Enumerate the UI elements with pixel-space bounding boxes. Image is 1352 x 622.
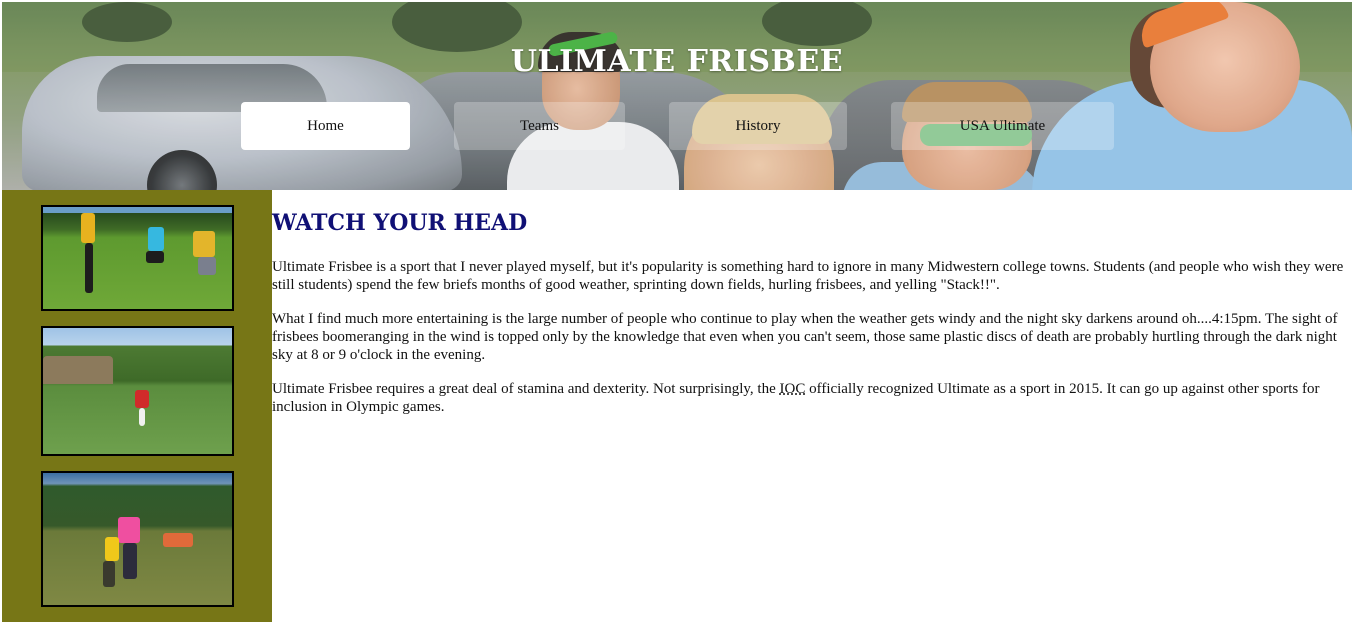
article-heading: WATCH YOUR HEAD bbox=[272, 210, 528, 236]
photo-player bbox=[135, 390, 149, 408]
photo-player bbox=[85, 243, 93, 293]
header-banner: ULIMATE FRISBEE Home Teams History USA U… bbox=[2, 2, 1352, 190]
nav-home-button[interactable]: Home bbox=[241, 102, 410, 150]
photo-player bbox=[198, 257, 216, 275]
sidebar bbox=[2, 190, 272, 622]
photo-players-distant bbox=[163, 533, 193, 547]
photo-player bbox=[103, 561, 115, 587]
article-paragraph: Ultimate Frisbee is a sport that I never… bbox=[272, 259, 1344, 293]
article-paragraph: What I find much more entertaining is th… bbox=[272, 311, 1338, 363]
nav-history-button[interactable]: History bbox=[669, 102, 847, 150]
nav-teams-button[interactable]: Teams bbox=[454, 102, 625, 150]
photo-player bbox=[81, 213, 95, 243]
paragraph-text: Ultimate Frisbee requires a great deal o… bbox=[272, 381, 780, 397]
photo-player bbox=[123, 543, 137, 579]
article-paragraph: Ultimate Frisbee requires a great deal o… bbox=[272, 380, 1348, 416]
frisbee-photo-2 bbox=[41, 326, 234, 456]
photo-player bbox=[193, 231, 215, 257]
photo-house bbox=[43, 356, 113, 384]
nav-usa-ultimate-button[interactable]: USA Ultimate bbox=[891, 102, 1114, 150]
frisbee-photo-1 bbox=[41, 205, 234, 311]
ioc-abbreviation[interactable]: IOC bbox=[780, 381, 806, 397]
main-content: WATCH YOUR HEAD Ultimate Frisbee is a sp… bbox=[272, 190, 1352, 622]
photo-player bbox=[118, 517, 140, 543]
photo-player bbox=[105, 537, 119, 561]
frisbee-photo-3 bbox=[41, 471, 234, 607]
photo-player bbox=[146, 251, 164, 263]
site-title: ULIMATE FRISBEE bbox=[510, 44, 844, 79]
banner-overlay bbox=[2, 2, 1352, 190]
photo-player bbox=[148, 227, 164, 251]
photo-player bbox=[139, 408, 145, 426]
